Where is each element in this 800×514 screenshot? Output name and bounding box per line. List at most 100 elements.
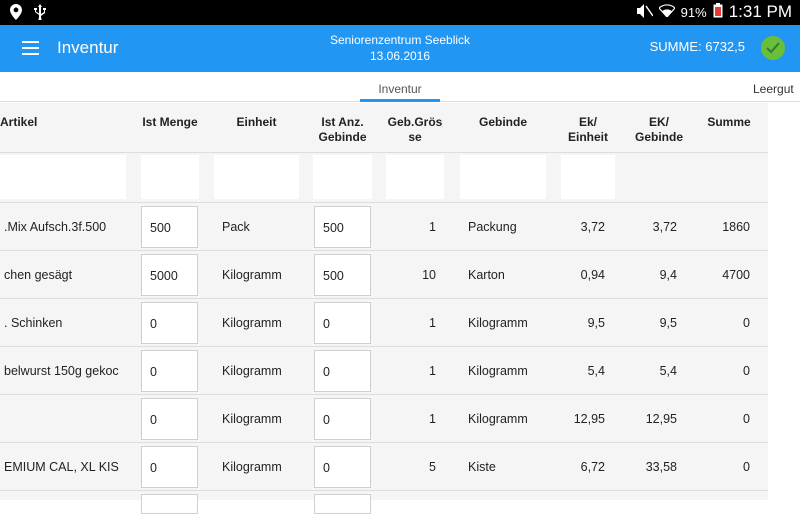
ist-menge-input[interactable]: 0 [141,398,198,440]
cell-geb-groesse: 1 [429,364,436,378]
cell-gebinde: Kilogramm [468,364,528,378]
wifi-icon [657,4,676,20]
cell-geb-groesse: 1 [429,316,436,330]
cell-gebinde: Kilogramm [468,412,528,426]
ist-menge-input[interactable]: 0 [141,302,198,344]
cell-einheit: Kilogramm [222,364,282,378]
ist-anz-gebinde-input[interactable]: 0 [314,302,371,344]
ist-anz-gebinde-input[interactable]: 500 [314,254,371,296]
header-artikel: Artikel [0,115,38,129]
cell-gebinde: Karton [468,268,505,282]
tab-indicator [360,99,440,102]
filter-gebinde[interactable] [460,155,546,199]
cell-artikel: EMIUM CAL, XL KIS [4,460,119,474]
cell-ek-gebinde: 9,5 [659,316,677,330]
ist-menge-input[interactable]: 0 [141,350,198,392]
cell-artikel: belwurst 150g gekoc [4,364,119,378]
status-bar: 91% 1:31 PM [0,0,800,25]
ist-menge-input[interactable]: 5000 [141,254,198,296]
battery-level: 91% [680,4,707,20]
clock: 1:31 PM [728,2,792,21]
ist-menge-input[interactable] [141,494,198,514]
usb-icon [34,4,46,25]
row-divider [0,298,768,299]
tab-leergut[interactable]: Leergut [753,82,794,96]
menu-icon[interactable] [22,41,39,55]
header-einheit: Einheit [236,115,277,129]
header-summe: Summe [707,115,751,129]
cell-einheit: Kilogramm [222,268,282,282]
header-ist-menge: Ist Menge [142,115,198,129]
header-ek-einheit: Ek/ Einheit [567,115,608,144]
header-ist-anz-gebinde: Ist Anz. Gebinde [318,115,367,144]
filter-ist-menge[interactable] [141,155,199,199]
ist-anz-gebinde-input[interactable]: 0 [314,446,371,488]
cell-einheit: Kilogramm [222,460,282,474]
ist-anz-gebinde-input[interactable]: 0 [314,398,371,440]
tab-bar: Inventur Leergut [0,72,800,102]
header-geb-groesse: Geb.Grös se [387,115,443,144]
cell-ek-einheit: 6,72 [580,460,605,474]
cell-geb-groesse: 10 [422,268,436,282]
row-divider [0,442,768,443]
table-edge [768,103,800,500]
cell-einheit: Kilogramm [222,412,282,426]
cell-ek-gebinde: 5,4 [659,364,677,378]
facility-name: Seniorenzentrum Seeblick [329,33,471,47]
cell-ek-gebinde: 3,72 [652,220,677,234]
cell-geb-groesse: 1 [429,412,436,426]
battery-icon [713,3,723,21]
filter-einheit[interactable] [214,155,299,199]
location-icon [10,4,22,25]
row-divider [0,250,768,251]
cell-einheit: Pack [222,220,250,234]
cell-gebinde: Kiste [468,460,496,474]
filter-ist-anz[interactable] [313,155,372,199]
row-divider [0,202,768,203]
cell-ek-einheit: 0,94 [580,268,605,282]
header-gebinde: Gebinde [478,115,527,129]
cell-summe: 0 [743,316,750,330]
row-divider [0,394,768,395]
cell-ek-gebinde: 33,58 [645,460,677,474]
cell-geb-groesse: 5 [429,460,436,474]
header-ek-gebinde: EK/ Gebinde [634,115,683,144]
tab-inventur[interactable]: Inventur [360,82,440,96]
cell-summe: 0 [743,412,750,426]
filter-artikel[interactable] [0,155,126,199]
header-divider [0,152,768,153]
ist-menge-input[interactable]: 500 [141,206,198,248]
app-bar: Inventur Seniorenzentrum Seeblick 13.06.… [0,25,800,72]
ist-anz-gebinde-input[interactable]: 500 [314,206,371,248]
ist-menge-input[interactable]: 0 [141,446,198,488]
cell-einheit: Kilogramm [222,316,282,330]
location-header: Seniorenzentrum Seeblick 13.06.2016 [300,32,500,64]
cell-gebinde: Kilogramm [468,316,528,330]
cell-ek-einheit: 12,95 [573,412,605,426]
cell-geb-groesse: 1 [429,220,436,234]
cell-ek-einheit: 3,72 [580,220,605,234]
confirm-button[interactable] [761,36,785,60]
cell-artikel: . Schinken [4,316,63,330]
ist-anz-gebinde-input[interactable] [314,494,371,514]
cell-ek-gebinde: 9,4 [659,268,677,282]
total-sum: SUMME: 6732,5 [649,39,745,54]
row-divider [0,346,768,347]
inventory-date: 13.06.2016 [369,49,431,63]
app-title: Inventur [57,38,119,57]
check-icon [766,42,780,54]
cell-summe: 0 [743,364,750,378]
cell-ek-einheit: 5,4 [587,364,605,378]
cell-summe: 4700 [722,268,750,282]
filter-geb-groesse[interactable] [386,155,444,199]
cell-ek-einheit: 9,5 [587,316,605,330]
cell-ek-gebinde: 12,95 [645,412,677,426]
cell-artikel: .Mix Aufsch.3f.500 [4,220,107,234]
filter-ek-einheit[interactable] [561,155,615,199]
mute-icon [636,3,654,21]
cell-gebinde: Packung [468,220,517,234]
ist-anz-gebinde-input[interactable]: 0 [314,350,371,392]
cell-summe: 0 [743,460,750,474]
row-divider [0,490,768,491]
cell-artikel: chen gesägt [4,268,73,282]
